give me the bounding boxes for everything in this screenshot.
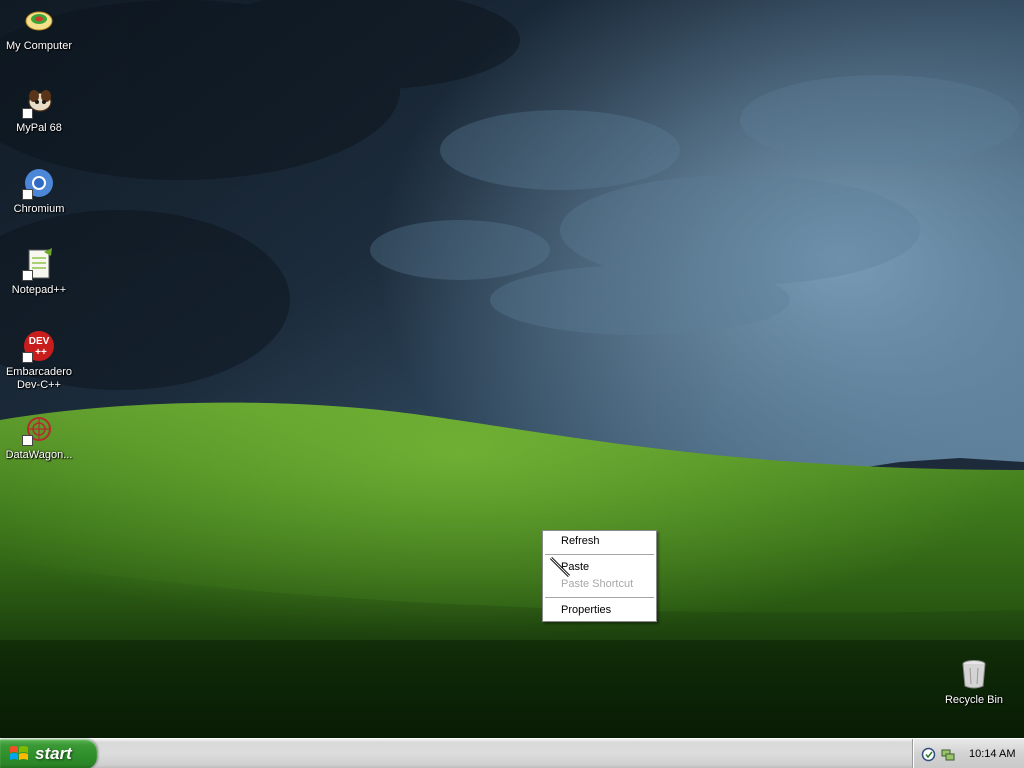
notepad-plus-plus-icon <box>22 247 56 281</box>
shortcut-arrow-icon <box>22 189 33 200</box>
shortcut-arrow-icon <box>22 270 33 281</box>
desktop-icon-label: Chromium <box>13 203 65 215</box>
desktop-icon-notepad-plus-plus[interactable]: Notepad++ <box>1 247 77 297</box>
shortcut-arrow-icon <box>22 352 33 363</box>
my-computer-icon <box>22 3 56 37</box>
system-tray: 10:14 AM <box>912 739 1024 768</box>
desktop-icon-label: MyPal 68 <box>16 122 62 134</box>
wallpaper <box>0 0 1024 738</box>
chromium-icon <box>22 166 56 200</box>
start-label: start <box>35 744 72 763</box>
security-shield-icon[interactable] <box>921 747 936 762</box>
clock[interactable]: 10:14 AM <box>969 748 1015 760</box>
desktop[interactable]: My Computer MyPal 68 Chromium Notepad++ … <box>0 0 1024 738</box>
menu-separator <box>545 597 654 598</box>
desktop-icon-label: Embarcadero Dev-C++ <box>5 366 73 391</box>
desktop-icon-mypal[interactable]: MyPal 68 <box>1 85 77 135</box>
desktop-icon-label: My Computer <box>5 40 73 52</box>
desktop-icon-my-computer[interactable]: My Computer <box>1 3 77 53</box>
svg-text:++: ++ <box>35 347 47 358</box>
shortcut-arrow-icon <box>22 435 33 446</box>
desktop-icon-label: Notepad++ <box>11 284 67 296</box>
menu-item-refresh[interactable]: Refresh <box>543 533 656 550</box>
dev-cpp-icon: DEV ++ <box>22 329 56 363</box>
mouse-cursor-icon <box>549 556 571 578</box>
shortcut-arrow-icon <box>22 108 33 119</box>
menu-separator <box>545 554 654 555</box>
desktop-icon-label: Recycle Bin <box>944 694 1004 706</box>
desktop-icon-chromium[interactable]: Chromium <box>1 166 77 216</box>
datawagon-icon <box>22 412 56 446</box>
menu-item-properties[interactable]: Properties <box>543 602 656 619</box>
network-icon[interactable] <box>940 747 955 762</box>
desktop-icon-datawagon[interactable]: DataWagon... <box>1 412 77 462</box>
desktop-icon-label: DataWagon... <box>5 449 73 461</box>
start-button[interactable]: start <box>0 739 97 768</box>
desktop-icon-recycle-bin[interactable]: Recycle Bin <box>936 657 1012 707</box>
taskbar: start 10:14 AM <box>0 738 1024 768</box>
mypal-icon <box>22 85 56 119</box>
svg-text:DEV: DEV <box>29 336 50 347</box>
windows-logo-icon <box>10 746 28 760</box>
recycle-bin-icon <box>957 657 991 691</box>
desktop-icon-dev-cpp[interactable]: DEV ++ Embarcadero Dev-C++ <box>1 329 77 392</box>
